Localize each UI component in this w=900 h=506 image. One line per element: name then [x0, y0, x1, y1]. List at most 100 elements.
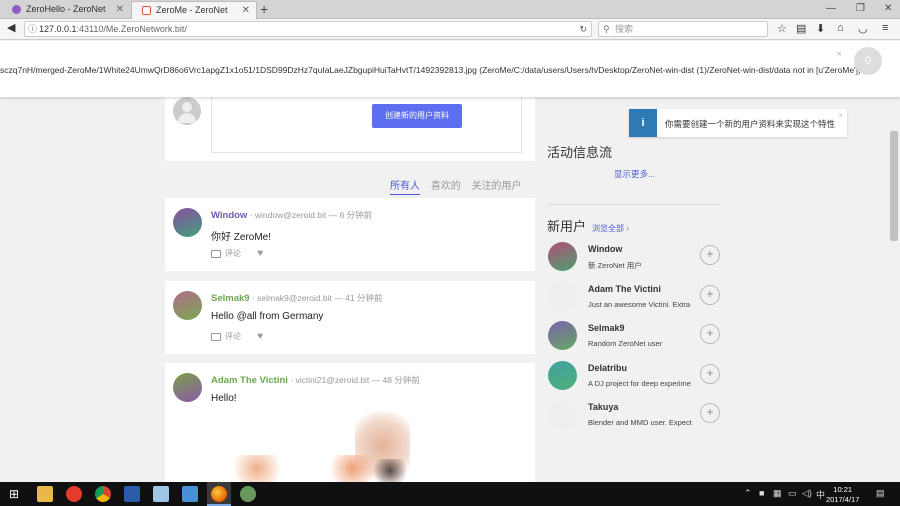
author-name[interactable]: Selmak9	[211, 293, 250, 304]
avatar[interactable]	[548, 400, 577, 429]
reload-icon[interactable]: ↻	[579, 22, 587, 36]
tray-app-icon[interactable]: ■	[759, 488, 764, 498]
tab-title: ZeroMe - ZeroNet	[156, 5, 228, 15]
volume-icon[interactable]: ◁)	[802, 488, 812, 499]
close-tab-icon[interactable]: ✕	[116, 1, 124, 18]
follow-button[interactable]: +	[700, 324, 720, 344]
menu-icon[interactable]: ≡	[882, 22, 888, 34]
windows-taskbar: ⊞ ⌃ ■ ▦ ▭ ◁) 中 10:21 2017/4/17 ▤	[0, 482, 900, 506]
ime-icon[interactable]: 中	[816, 488, 825, 501]
user-name[interactable]: Window	[588, 244, 622, 254]
post-actions: 评论 ♥	[211, 248, 263, 259]
avatar[interactable]	[548, 282, 577, 311]
post-body: Hello!	[211, 393, 237, 404]
download-icon[interactable]: ⬇	[816, 22, 825, 35]
tab-everyone[interactable]: 所有人	[390, 181, 420, 195]
close-toast-icon[interactable]: ×	[838, 111, 843, 120]
user-row: Delatribu A DJ project for deep experime…	[548, 361, 723, 393]
create-profile-button[interactable]: 创建新的用户资料	[372, 104, 462, 128]
feed-post: Window · window@zeroid.bit — 6 分钟前 你好 Ze…	[165, 198, 535, 271]
notification-center-icon[interactable]: ▤	[876, 488, 885, 499]
like-heart-icon[interactable]: ♥	[257, 331, 263, 342]
new-users-header: 新用户 浏览全部 ›	[547, 216, 629, 235]
post-composer: 创建新的用户资料	[165, 97, 535, 161]
avatar[interactable]	[548, 242, 577, 271]
chrome-icon[interactable]	[95, 486, 111, 502]
app-icon[interactable]	[124, 486, 140, 502]
feature-toast: i 你需要创建一个新的用户资料来实现这个特性 ×	[629, 109, 847, 137]
tab-title: ZeroHello - ZeroNet	[26, 4, 106, 14]
avatar[interactable]	[173, 373, 202, 402]
feed-filter-tabs: 所有人 喜欢的 关注的用户	[390, 177, 530, 195]
keyboard-icon[interactable]: ▦	[773, 488, 782, 499]
firefox-icon[interactable]	[211, 486, 227, 502]
bookmark-star-icon[interactable]: ☆	[777, 22, 787, 35]
comment-icon[interactable]	[211, 332, 221, 341]
user-row: Window 新 ZeroNet 用户 +	[548, 242, 723, 274]
avatar[interactable]	[548, 361, 577, 390]
post-meta: · window@zeroid.bit — 6 分钟前	[247, 210, 373, 220]
author-name[interactable]: Adam The Victini	[211, 375, 288, 386]
zeronet-badge[interactable]: 0	[854, 47, 882, 75]
new-users-title: 新用户	[547, 219, 587, 234]
close-notification-icon[interactable]: ×	[836, 49, 842, 60]
post-meta: · selmak9@zeroid.bit — 41 分钟前	[249, 293, 383, 303]
search-placeholder: 搜索	[615, 24, 634, 34]
url-path: :43110/Me.ZeroNetwork.bit/	[76, 24, 187, 34]
close-tab-icon[interactable]: ✕	[242, 2, 250, 19]
user-description: Just an awesome Victini. Extra	[588, 300, 690, 309]
restore-button[interactable]: ❐	[856, 0, 865, 18]
back-arrow-icon[interactable]: ◀	[7, 21, 15, 34]
info-icon[interactable]: ⓘ	[28, 22, 37, 36]
scrollbar-thumb[interactable]	[890, 131, 898, 241]
reading-list-icon[interactable]: ▤	[796, 22, 806, 35]
follow-button[interactable]: +	[700, 403, 720, 423]
post-author: Window · window@zeroid.bit — 6 分钟前	[211, 209, 372, 221]
new-tab-button[interactable]: +	[260, 0, 268, 18]
comment-link[interactable]: 评论	[225, 249, 241, 258]
mail-icon[interactable]	[182, 486, 198, 502]
follow-button[interactable]: +	[700, 245, 720, 265]
avatar[interactable]	[173, 208, 202, 237]
user-name[interactable]: Adam The Victini	[588, 284, 661, 294]
show-more-link[interactable]: 显示更多...	[614, 168, 655, 180]
follow-button[interactable]: +	[700, 285, 720, 305]
user-name[interactable]: Selmak9	[588, 323, 625, 333]
post-textarea[interactable]: 创建新的用户资料	[211, 97, 522, 153]
home-icon[interactable]: ⌂	[837, 22, 844, 34]
tab-followed[interactable]: 关注的用户	[472, 181, 522, 192]
user-description: 新 ZeroNet 用户	[588, 261, 642, 270]
close-window-button[interactable]: ✕	[884, 0, 892, 18]
tab-zerohello[interactable]: ZeroHello - ZeroNet ✕	[2, 1, 130, 19]
user-name[interactable]: Delatribu	[588, 363, 627, 373]
user-name[interactable]: Takuya	[588, 402, 618, 412]
post-meta: · victini21@zeroid.bit — 48 分钟前	[287, 375, 420, 385]
netease-music-icon[interactable]	[66, 486, 82, 502]
app-icon[interactable]	[240, 486, 256, 502]
network-icon[interactable]: ▭	[788, 488, 797, 499]
tab-liked[interactable]: 喜欢的	[431, 181, 461, 192]
system-clock[interactable]: 10:21 2017/4/17	[826, 485, 859, 505]
comment-link[interactable]: 评论	[225, 332, 241, 341]
page-content: sczq7nH/merged-ZeroMe/1White24UmwQrD86o6…	[0, 41, 900, 482]
like-heart-icon[interactable]: ♥	[257, 248, 263, 259]
file-explorer-icon[interactable]	[37, 486, 53, 502]
windows-start-icon[interactable]: ⊞	[9, 487, 19, 501]
tab-zerome[interactable]: ZeroMe - ZeroNet ✕	[131, 1, 257, 19]
user-row: Selmak9 Random ZeroNet user +	[548, 321, 723, 353]
comment-icon[interactable]	[211, 249, 221, 258]
pocket-icon[interactable]: ◡	[858, 22, 868, 35]
divider	[547, 204, 720, 205]
author-name[interactable]: Window	[211, 210, 247, 221]
avatar[interactable]	[548, 321, 577, 350]
follow-button[interactable]: +	[700, 364, 720, 384]
minimize-button[interactable]: —	[826, 0, 836, 18]
search-input[interactable]: ⚲ 搜索	[598, 21, 768, 37]
avatar[interactable]	[173, 291, 202, 320]
toast-text: 你需要创建一个新的用户资料来实现这个特性	[665, 119, 836, 129]
url-bar[interactable]: ⓘ 127.0.0.1:43110/Me.ZeroNetwork.bit/ ↻	[24, 21, 592, 37]
tray-expand-icon[interactable]: ⌃	[744, 488, 752, 499]
post-body: Hello @all from Germany	[211, 311, 324, 322]
browse-all-link[interactable]: 浏览全部 ›	[592, 224, 629, 233]
notes-icon[interactable]	[153, 486, 169, 502]
